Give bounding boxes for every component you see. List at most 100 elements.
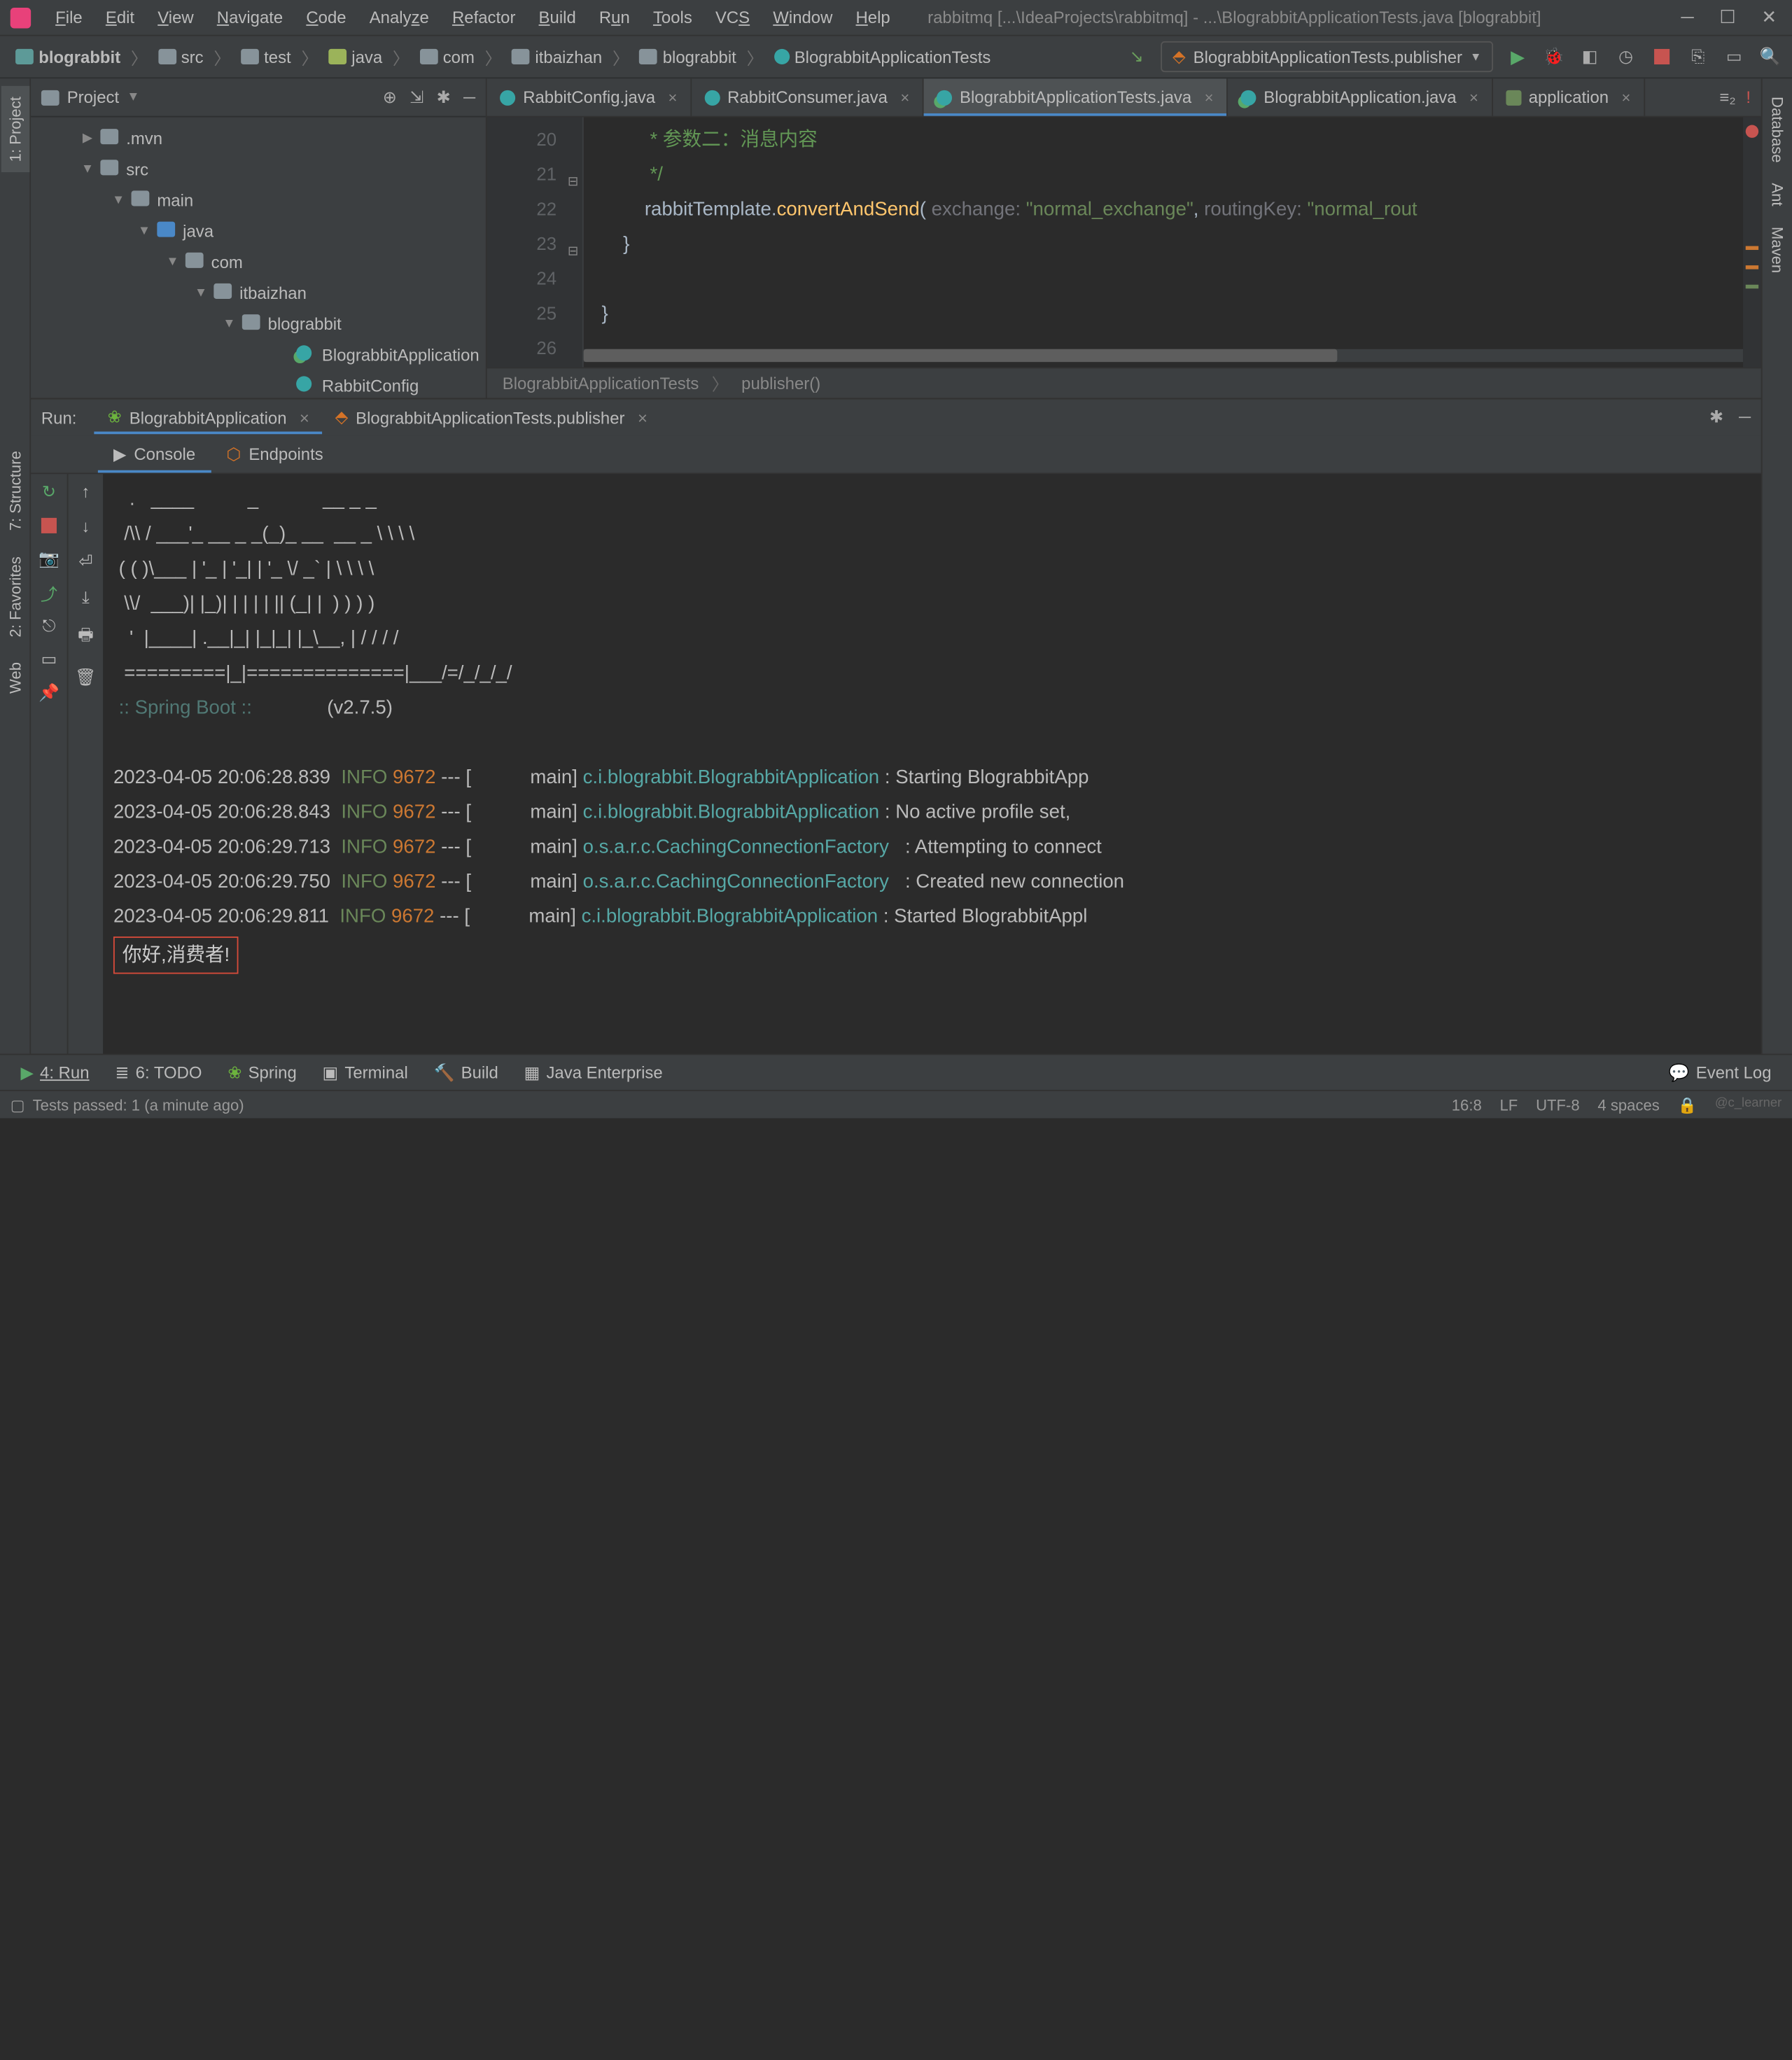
editor-error-icon[interactable]: ! [1746, 87, 1751, 107]
tool-maven[interactable]: Maven [1764, 217, 1790, 284]
line-gutter[interactable]: 2021⊟2223⊟242526 [487, 117, 584, 367]
line-separator[interactable]: LF [1500, 1095, 1518, 1114]
bc-itbaizhan[interactable]: itbaizhan [507, 47, 608, 66]
tree-item-itbaizhan[interactable]: ▼itbaizhan [31, 277, 486, 308]
layout-restore-icon[interactable]: ▭ [38, 650, 59, 670]
tree-item-main[interactable]: ▼main [31, 184, 486, 215]
tool-project[interactable]: 1: Project [1, 86, 29, 172]
tab-list-icon[interactable]: ≡₂ [1719, 87, 1735, 107]
tab-close-icon[interactable]: × [1469, 88, 1478, 106]
search-everywhere-icon[interactable]: 🔍 [1758, 45, 1782, 68]
error-marker-icon[interactable] [1746, 125, 1758, 138]
stop-icon[interactable] [38, 515, 59, 535]
rerun-icon[interactable]: ↻ [38, 482, 59, 502]
run-subtab-console[interactable]: ▶Console [98, 436, 211, 472]
menu-run[interactable]: Run [587, 8, 641, 27]
bc-module[interactable]: blograbbit [10, 47, 126, 66]
menu-edit[interactable]: Edit [94, 8, 146, 27]
run-settings-icon[interactable]: ✱ [1709, 407, 1723, 428]
wrap-icon[interactable]: ⏎ [78, 552, 92, 572]
editor-breadcrumb[interactable]: BlograbbitApplicationTests〉publisher() [487, 367, 1761, 398]
editor-tab[interactable]: RabbitConfig.java× [487, 78, 692, 115]
menu-vcs[interactable]: VCS [704, 8, 761, 27]
coverage-button[interactable]: ◧ [1578, 45, 1601, 68]
bb-eventlog[interactable]: 💬Event Log [1658, 1062, 1782, 1082]
menu-file[interactable]: File [44, 8, 94, 27]
editor-tab[interactable]: BlograbbitApplication.java× [1228, 78, 1492, 115]
bb-javaee[interactable]: ▦Java Enterprise [514, 1062, 673, 1082]
tree-item-src[interactable]: ▼src [31, 153, 486, 184]
error-stripe[interactable] [1743, 117, 1761, 367]
tab-close-icon[interactable]: × [1205, 88, 1214, 106]
horizontal-scrollbar[interactable] [584, 349, 1743, 362]
tree-item-java[interactable]: ▼java [31, 215, 486, 246]
vcs-icon[interactable]: ⎘ [1686, 45, 1709, 68]
bb-todo[interactable]: ≣6: TODO [105, 1062, 213, 1082]
tool-structure[interactable]: 7: Structure [1, 440, 29, 541]
clear-icon[interactable]: 🗑 [75, 667, 96, 687]
bc-test[interactable]: test [236, 47, 296, 66]
bc-java[interactable]: java [323, 47, 388, 66]
hide-icon[interactable]: ─ [463, 87, 475, 107]
stop-button[interactable] [1651, 45, 1674, 68]
run-dashboard-icon[interactable]: ▭ [1723, 45, 1746, 68]
expand-icon[interactable]: ⇲ [410, 87, 424, 107]
console-output[interactable]: . ____ _ __ _ _ /\\ / ___'_ __ _ _(_)_ _… [103, 474, 1761, 1053]
pin-icon[interactable]: 📌 [38, 682, 59, 703]
menu-analyze[interactable]: Analyze [358, 8, 440, 27]
menu-help[interactable]: Help [844, 8, 902, 27]
bb-spring[interactable]: ❀Spring [218, 1062, 307, 1082]
menu-refactor[interactable]: Refactor [440, 8, 527, 27]
editor-tab[interactable]: RabbitConsumer.java× [692, 78, 924, 115]
build-hammer-icon[interactable]: ↘ [1125, 45, 1148, 68]
minimize-icon[interactable]: ─ [1681, 6, 1693, 28]
run-button[interactable]: ▶ [1506, 45, 1529, 68]
bc-blograbbit[interactable]: blograbbit [634, 47, 741, 66]
tab-close-icon[interactable]: × [668, 88, 677, 106]
indent-config[interactable]: 4 spaces [1597, 1095, 1659, 1114]
layout-icon[interactable]: ⤴ [38, 582, 59, 603]
down-icon[interactable]: ↓ [81, 517, 90, 536]
tree-item-com[interactable]: ▼com [31, 246, 486, 277]
settings-icon[interactable]: ✱ [437, 87, 451, 107]
locate-icon[interactable]: ⊕ [383, 87, 397, 107]
run-config-selector[interactable]: ⬘ BlograbbitApplicationTests.publisher ▼ [1161, 41, 1493, 72]
tab-close-icon[interactable]: × [900, 88, 909, 106]
bc-com[interactable]: com [414, 47, 479, 66]
bc-src[interactable]: src [153, 47, 209, 66]
tree-item-blograbbit[interactable]: ▼blograbbit [31, 308, 486, 339]
code-editor[interactable]: * 参数二：消息内容 */ rabbitTemplate.convertAndS… [584, 117, 1743, 367]
bc-class[interactable]: BlograbbitApplicationTests [769, 47, 996, 66]
tool-ant[interactable]: Ant [1764, 173, 1790, 217]
run-config-tab[interactable]: ⬘BlograbbitApplicationTests.publisher× [322, 402, 660, 433]
bb-terminal[interactable]: ▣Terminal [312, 1062, 419, 1082]
dump-icon[interactable]: 📷 [38, 549, 59, 569]
run-subtab-endpoints[interactable]: ⬡Endpoints [211, 436, 339, 472]
exit-icon[interactable]: ⎋ [38, 616, 59, 636]
bb-run[interactable]: ▶4: Run [10, 1062, 100, 1082]
tool-database[interactable]: Database [1764, 86, 1790, 173]
bb-build[interactable]: 🔨Build [424, 1062, 509, 1082]
scrollbar-thumb[interactable] [584, 349, 1338, 362]
menu-navigate[interactable]: Navigate [205, 8, 295, 27]
up-icon[interactable]: ↑ [81, 482, 90, 501]
run-hide-icon[interactable]: ─ [1739, 407, 1751, 428]
menu-view[interactable]: View [146, 8, 206, 27]
tree-item-.mvn[interactable]: ▶.mvn [31, 122, 486, 153]
maximize-icon[interactable]: ☐ [1719, 6, 1735, 28]
tree-item-blograbbitapplication[interactable]: BlograbbitApplication [31, 339, 486, 370]
file-encoding[interactable]: UTF-8 [1536, 1095, 1580, 1114]
run-config-tab[interactable]: ❀BlograbbitApplication× [94, 402, 322, 433]
project-tree[interactable]: ▶.mvn▼src▼main▼java▼com▼itbaizhan▼blogra… [31, 117, 486, 398]
caret-position[interactable]: 16:8 [1452, 1095, 1482, 1114]
status-icon[interactable]: ▢ [10, 1095, 25, 1114]
print-icon[interactable]: 🖶 [78, 624, 94, 652]
menu-tools[interactable]: Tools [641, 8, 704, 27]
menu-code[interactable]: Code [295, 8, 358, 27]
menu-build[interactable]: Build [527, 8, 587, 27]
lock-icon[interactable]: 🔒 [1678, 1095, 1698, 1114]
profile-button[interactable]: ◷ [1614, 45, 1637, 68]
editor-tab[interactable]: application× [1492, 78, 1644, 115]
tool-web[interactable]: Web [1, 652, 29, 704]
close-icon[interactable]: ✕ [1761, 6, 1777, 28]
